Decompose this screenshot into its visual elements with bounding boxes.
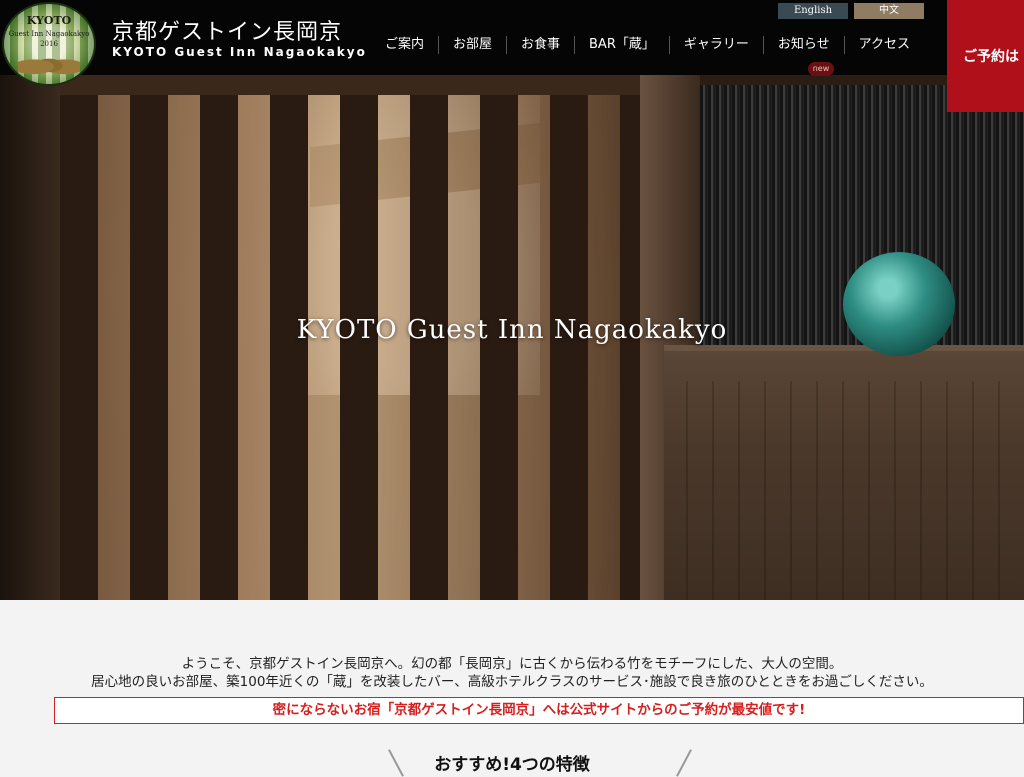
hero-image: KYOTO Guest Inn Nagaokakyo xyxy=(0,75,1024,600)
site-logo[interactable]: KYOTO Guest Inn Nagaokakyo 2016 xyxy=(2,2,96,86)
news-new-badge: new xyxy=(808,62,834,76)
hero-title: KYOTO Guest Inn Nagaokakyo xyxy=(296,315,728,345)
logo-text-kyoto: KYOTO xyxy=(26,14,72,27)
site-title[interactable]: 京都ゲストイン長岡京 xyxy=(112,14,342,46)
reservation-label: ご予約は xyxy=(963,49,1019,65)
site-subtitle: KYOTO Guest Inn Nagaokakyo xyxy=(112,45,367,59)
nav-item-meals[interactable]: お食事 xyxy=(506,36,574,54)
logo-text-year: 2016 xyxy=(40,40,58,48)
nav-item-gallery[interactable]: ギャラリー xyxy=(668,36,763,54)
bamboo-shoot-icon xyxy=(18,50,80,78)
hero-wooden-cabinet xyxy=(664,345,1024,600)
logo-text-guest-inn: Guest Inn Nagaokakyo xyxy=(8,30,90,38)
reservation-button[interactable]: ご予約は xyxy=(947,0,1024,112)
features-title: おすすめ!4つの特徴 xyxy=(434,755,590,775)
site-header: KYOTO Guest Inn Nagaokakyo 2016 京都ゲストイン長… xyxy=(0,0,1024,86)
booking-notice: 密にならないお宿「京都ゲストイン長岡京」へは公式サイトからのご予約が最安値です! xyxy=(54,697,1024,724)
nav-item-rooms[interactable]: お部屋 xyxy=(437,36,506,54)
intro-text-line-2: 居心地の良いお部屋、築100年近くの「蔵」を改装したバー、高級ホテルクラスのサー… xyxy=(91,674,933,690)
nav-item-guide[interactable]: ご案内 xyxy=(371,36,438,54)
nav-item-bar[interactable]: BAR「蔵」 xyxy=(574,36,669,54)
nav-item-news[interactable]: お知らせ xyxy=(762,36,844,54)
nav-item-access[interactable]: アクセス xyxy=(843,36,924,54)
main-nav: ご案内 お部屋 お食事 BAR「蔵」 ギャラリー お知らせ アクセス xyxy=(371,36,924,54)
chinese-language-button[interactable]: 中文 xyxy=(854,3,924,19)
hero-door-frame xyxy=(50,75,660,95)
english-language-button[interactable]: English xyxy=(778,3,848,19)
intro-section: ようこそ、京都ゲストイン長岡京へ。幻の都「長岡京」に古くから伝わる竹をモチーフに… xyxy=(0,600,1024,777)
intro-text-line-1: ようこそ、京都ゲストイン長岡京へ。幻の都「長岡京」に古くから伝わる竹をモチーフに… xyxy=(181,656,843,672)
